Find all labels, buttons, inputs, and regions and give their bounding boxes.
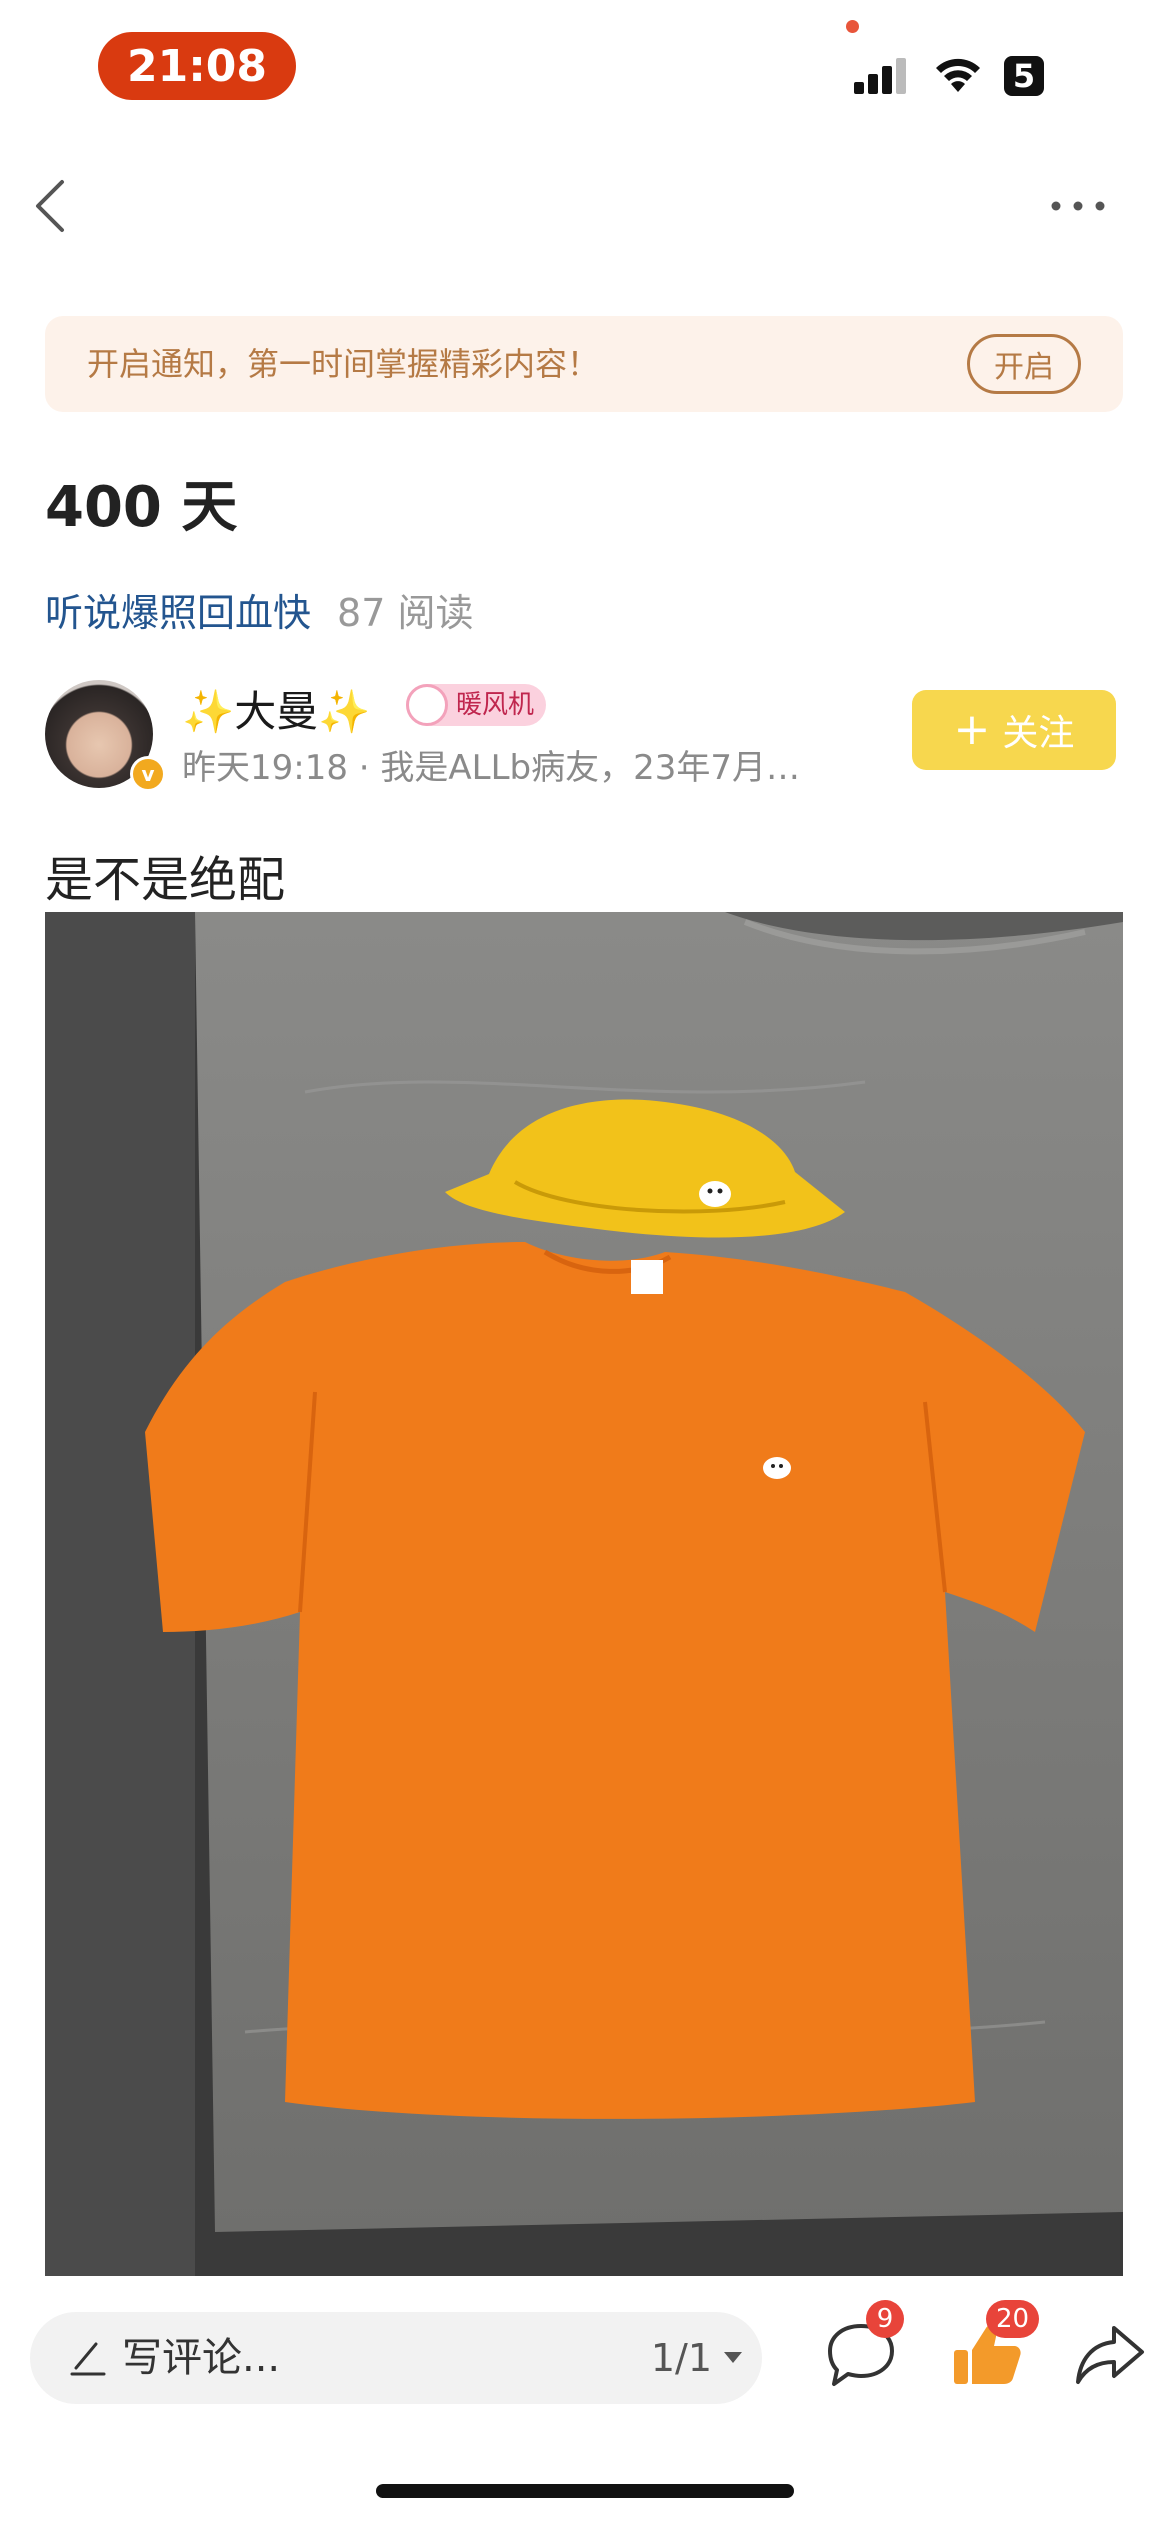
like-count-badge: 20 [986,2300,1040,2338]
battery-indicator: 5 [1004,56,1044,96]
notification-banner: 开启通知，第一时间掌握精彩内容！ 开启 [45,316,1123,412]
post-title: 400 天 [45,475,238,540]
back-chevron-icon[interactable] [30,176,70,236]
notification-text: 开启通知，第一时间掌握精彩内容！ [87,345,600,383]
pen-icon [70,2342,106,2376]
plus-icon: + [953,704,991,755]
cellular-signal-icon [854,58,906,94]
enable-notification-button[interactable]: 开启 [967,334,1081,394]
wifi-icon [936,58,980,92]
chevron-down-icon [724,2352,742,2363]
comment-input[interactable]: 写评论... 1/1 [30,2312,762,2404]
post-body: 是不是绝配 [45,852,286,908]
comment-count-badge: 9 [866,2300,904,2338]
post-photo[interactable] [45,912,1123,2276]
comment-placeholder: 写评论... [122,2335,281,2381]
recording-dot-icon [846,20,859,33]
level-badge-icon [406,684,448,726]
more-dots-icon[interactable] [1048,196,1108,216]
home-indicator [376,2484,794,2498]
share-arrow-icon[interactable] [1074,2322,1146,2388]
read-count: 87 阅读 [337,591,474,635]
status-bar: 21:08 5 [0,0,1170,130]
status-time: 21:08 [98,32,296,100]
topic-line: 听说爆照回血快 87 阅读 [45,582,473,637]
page-indicator[interactable]: 1/1 [651,2312,712,2404]
level-badge-label: 暖风机 [456,690,535,720]
photo-illustration [45,912,1123,2276]
author-name[interactable]: ✨大曼✨ [182,678,371,739]
author-meta: 昨天19:18 · 我是ALLb病友，23年7月… [182,748,801,788]
follow-label: 关注 [1002,713,1075,754]
follow-button[interactable]: + 关注 [912,690,1116,770]
topic-link[interactable]: 听说爆照回血快 [45,591,311,635]
verified-badge-icon: v [130,756,166,792]
author-level-badge: 暖风机 [406,684,547,726]
